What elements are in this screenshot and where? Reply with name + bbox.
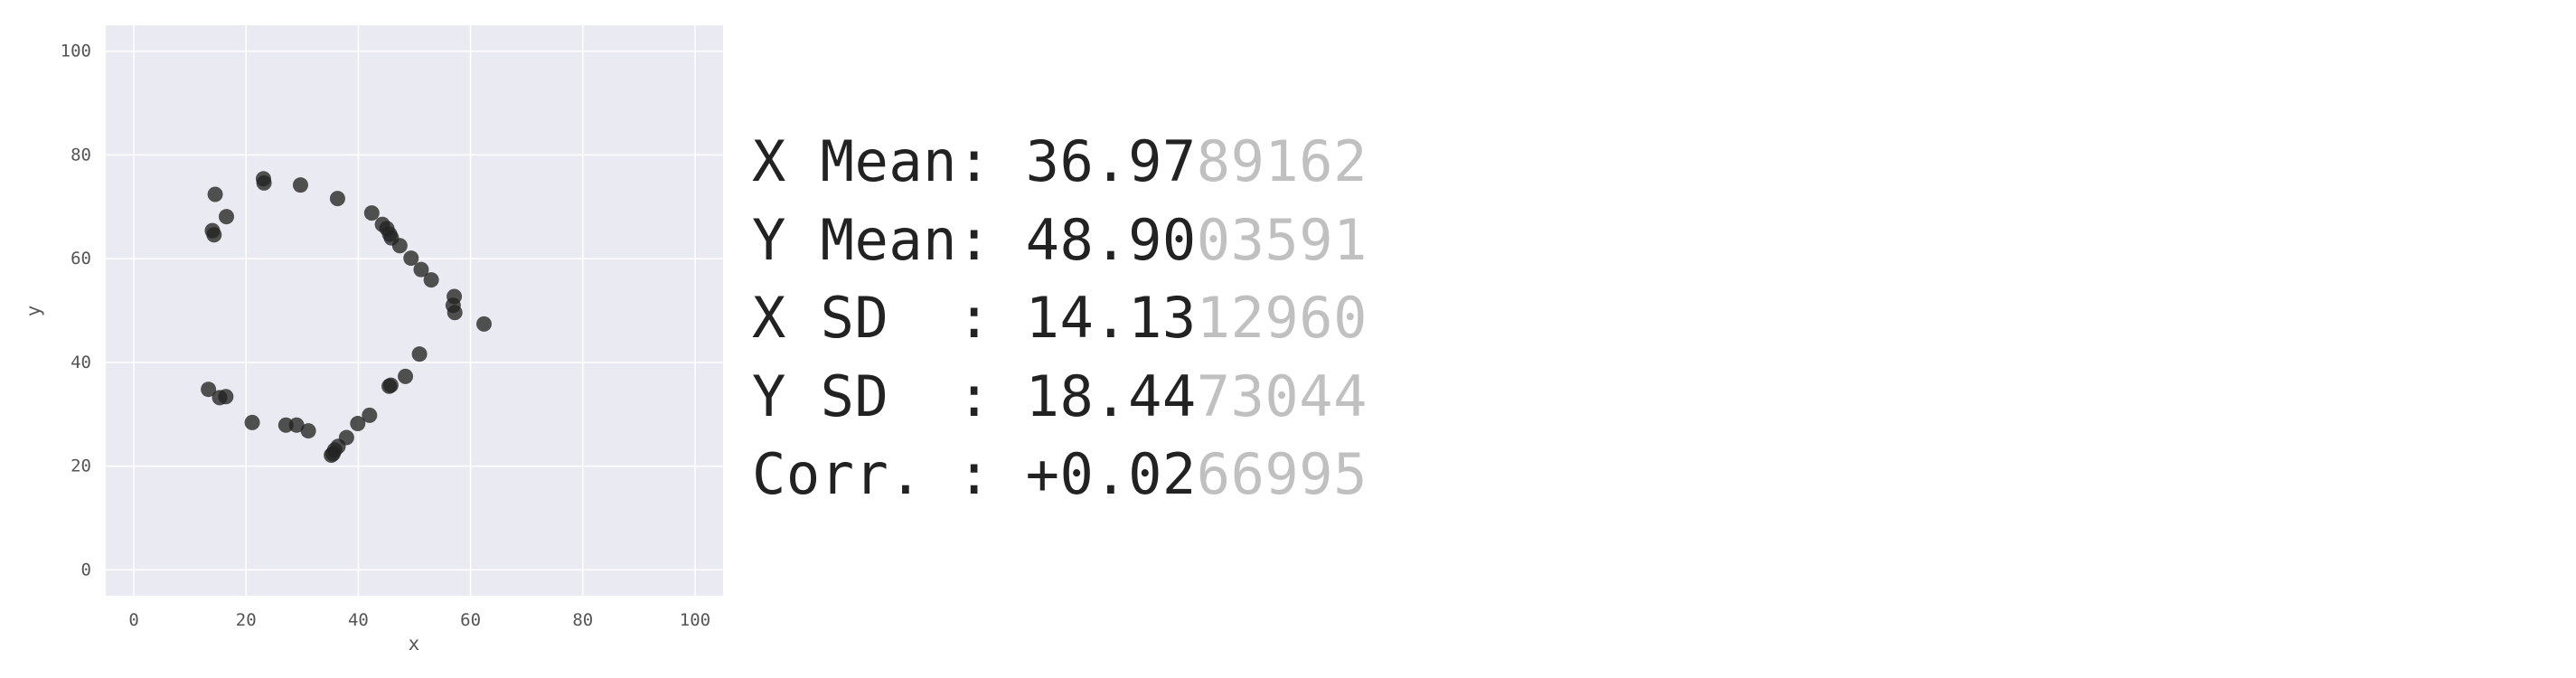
y-tick-labels: 0 20 40 60 80 100: [61, 42, 91, 580]
summary-statistics: X Mean: 36.9789162 Y Mean: 48.9003591 X …: [752, 123, 1368, 514]
y-tick-label: 60: [71, 249, 91, 268]
data-point: [218, 389, 234, 405]
x-tick-label: 60: [460, 610, 481, 630]
x-tick-labels: 0 20 40 60 80 100: [128, 610, 710, 630]
stat-label: Y Mean:: [752, 206, 1026, 273]
stat-label: Y SD :: [752, 363, 1026, 429]
data-point: [300, 423, 316, 439]
data-point: [218, 209, 234, 225]
data-point: [329, 191, 345, 207]
stat-y-mean: Y Mean: 48.9003591: [752, 202, 1368, 280]
stat-value: 36.97: [1025, 128, 1197, 194]
data-point: [207, 186, 223, 202]
y-axis-label: y: [23, 306, 44, 317]
data-point: [363, 205, 380, 221]
data-point: [447, 305, 463, 321]
stat-y-sd: Y SD : 18.4473044: [752, 358, 1368, 437]
stat-value-faded: 66995: [1196, 441, 1368, 507]
data-point: [475, 315, 492, 332]
y-tick-label: 40: [71, 353, 91, 372]
x-tick-label: 80: [572, 610, 593, 630]
data-point: [350, 416, 366, 432]
x-tick-label: 0: [128, 610, 138, 630]
stat-label: Corr. :: [752, 441, 1026, 507]
x-tick-label: 20: [236, 610, 257, 630]
data-point: [423, 272, 439, 288]
stat-value-faded: 73044: [1196, 363, 1368, 429]
stat-value: 18.44: [1025, 363, 1197, 429]
stat-label: X SD :: [752, 285, 1026, 351]
stat-value: 48.90: [1025, 206, 1197, 273]
stat-x-mean: X Mean: 36.9789162: [752, 123, 1368, 202]
y-tick-label: 20: [71, 457, 91, 476]
data-point: [206, 227, 222, 243]
stat-correlation: Corr. : +0.0266995: [752, 436, 1368, 514]
data-point: [244, 414, 260, 430]
data-point: [292, 177, 308, 193]
data-point: [324, 447, 340, 464]
stat-value-faded: 03591: [1196, 206, 1368, 273]
data-point: [391, 238, 408, 254]
data-point: [256, 174, 272, 191]
plot-area: [106, 25, 723, 596]
data-point: [381, 378, 398, 394]
y-tick-label: 80: [71, 145, 91, 165]
stat-value-faded: 89162: [1196, 128, 1368, 194]
stat-value-faded: 12960: [1196, 285, 1368, 351]
y-tick-label: 0: [81, 560, 91, 579]
x-tick-label: 100: [680, 610, 710, 630]
data-point: [398, 368, 414, 384]
data-point: [411, 346, 428, 363]
stat-value: 14.13: [1025, 285, 1197, 351]
stat-label: X Mean:: [752, 128, 1026, 194]
x-tick-label: 40: [348, 610, 369, 630]
x-axis-label: x: [409, 633, 420, 654]
y-tick-label: 100: [61, 42, 91, 61]
stat-x-sd: X SD : 14.1312960: [752, 279, 1368, 358]
scatter-plot: 0 20 40 60 80 100 0 20 40 60 80 100 x y: [23, 25, 723, 654]
stat-value: +0.02: [1025, 441, 1197, 507]
